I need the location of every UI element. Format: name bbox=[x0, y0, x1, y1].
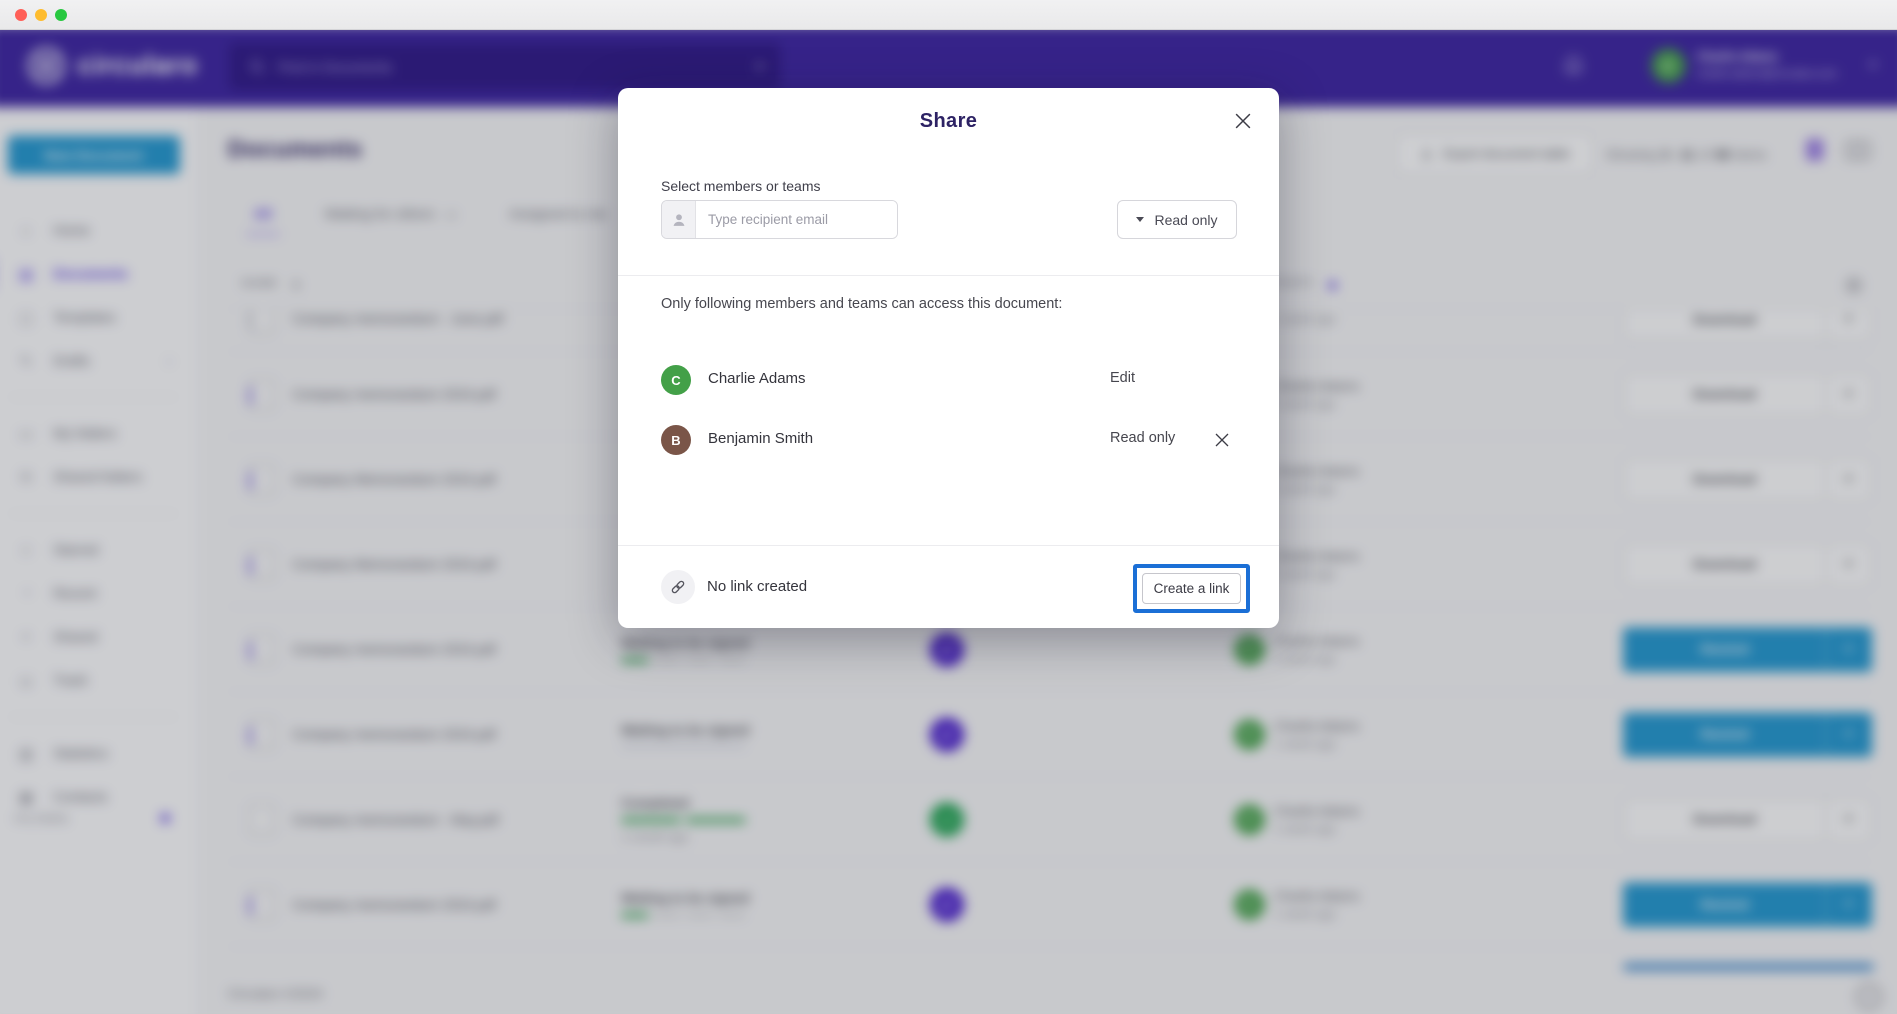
window-close-button[interactable] bbox=[15, 9, 27, 21]
permission-dropdown[interactable]: Read only bbox=[1117, 200, 1237, 239]
recipient-input-group bbox=[661, 200, 898, 239]
person-icon bbox=[662, 201, 696, 238]
modal-title: Share bbox=[618, 110, 1279, 133]
share-modal: Share Select members or teams Read only … bbox=[618, 88, 1279, 628]
link-icon bbox=[661, 570, 695, 604]
member-avatar: B bbox=[661, 425, 691, 455]
recipient-email-input[interactable] bbox=[696, 201, 897, 238]
member-row: C Charlie Adams Edit bbox=[618, 356, 1279, 404]
permission-dropdown-label: Read only bbox=[1154, 212, 1217, 228]
member-permission[interactable]: Read only bbox=[1110, 430, 1175, 446]
select-members-label: Select members or teams bbox=[661, 178, 821, 194]
modal-divider bbox=[618, 545, 1279, 546]
remove-member-button[interactable] bbox=[1210, 428, 1234, 452]
close-icon[interactable] bbox=[1229, 107, 1257, 135]
member-permission[interactable]: Edit bbox=[1110, 370, 1135, 386]
member-row: B Benjamin Smith Read only bbox=[618, 416, 1279, 464]
modal-divider bbox=[618, 275, 1279, 276]
window-titlebar bbox=[0, 0, 1897, 30]
member-name: Benjamin Smith bbox=[708, 430, 813, 447]
member-name: Charlie Adams bbox=[708, 370, 806, 387]
window-zoom-button[interactable] bbox=[55, 9, 67, 21]
access-note: Only following members and teams can acc… bbox=[661, 296, 1062, 312]
link-status-text: No link created bbox=[707, 578, 807, 595]
create-link-button[interactable]: Create a link bbox=[1142, 573, 1241, 604]
member-avatar: C bbox=[661, 365, 691, 395]
action-highlight-box: Create a link bbox=[1133, 564, 1250, 613]
chevron-down-icon bbox=[1136, 217, 1144, 222]
window-minimize-button[interactable] bbox=[35, 9, 47, 21]
